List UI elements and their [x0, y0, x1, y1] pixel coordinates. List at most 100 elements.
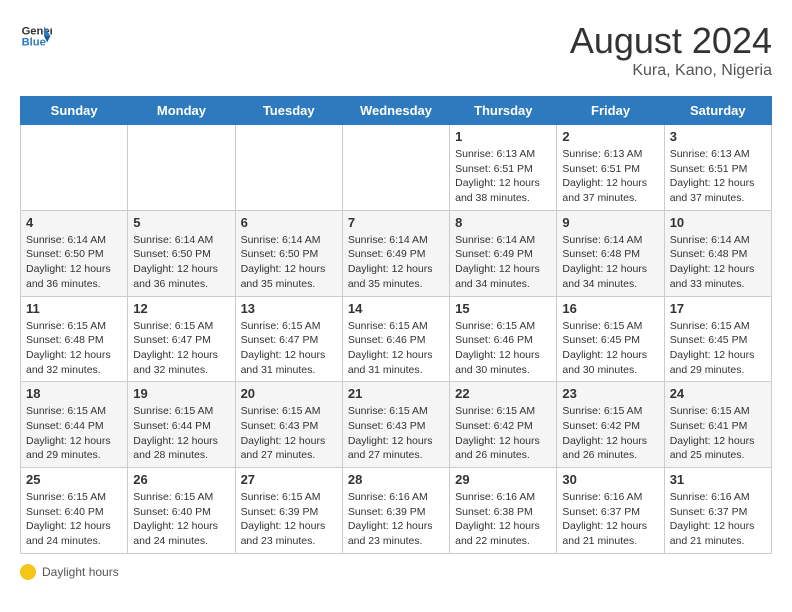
- calendar-cell: 18 Sunrise: 6:15 AM Sunset: 6:44 PM Dayli…: [21, 382, 128, 468]
- calendar-cell: [128, 125, 235, 211]
- day-number: 15: [455, 301, 551, 316]
- calendar-cell: 30 Sunrise: 6:16 AM Sunset: 6:37 PM Dayli…: [557, 468, 664, 554]
- day-header-saturday: Saturday: [664, 97, 771, 125]
- day-number: 16: [562, 301, 658, 316]
- day-number: 11: [26, 301, 122, 316]
- calendar-week-2: 11 Sunrise: 6:15 AM Sunset: 6:48 PM Dayli…: [21, 296, 772, 382]
- page-header: General Blue August 2024 Kura, Kano, Nig…: [20, 20, 772, 80]
- day-info: Sunrise: 6:15 AM Sunset: 6:47 PM Dayligh…: [133, 319, 229, 378]
- calendar-cell: 14 Sunrise: 6:15 AM Sunset: 6:46 PM Dayli…: [342, 296, 449, 382]
- day-number: 23: [562, 386, 658, 401]
- day-number: 24: [670, 386, 766, 401]
- day-number: 25: [26, 472, 122, 487]
- day-info: Sunrise: 6:15 AM Sunset: 6:45 PM Dayligh…: [562, 319, 658, 378]
- day-info: Sunrise: 6:14 AM Sunset: 6:48 PM Dayligh…: [562, 233, 658, 292]
- calendar-table: SundayMondayTuesdayWednesdayThursdayFrid…: [20, 96, 772, 554]
- day-info: Sunrise: 6:15 AM Sunset: 6:44 PM Dayligh…: [26, 404, 122, 463]
- day-info: Sunrise: 6:15 AM Sunset: 6:47 PM Dayligh…: [241, 319, 337, 378]
- day-info: Sunrise: 6:14 AM Sunset: 6:48 PM Dayligh…: [670, 233, 766, 292]
- day-number: 18: [26, 386, 122, 401]
- calendar-cell: 26 Sunrise: 6:15 AM Sunset: 6:40 PM Dayli…: [128, 468, 235, 554]
- day-info: Sunrise: 6:15 AM Sunset: 6:46 PM Dayligh…: [348, 319, 444, 378]
- day-number: 28: [348, 472, 444, 487]
- day-header-wednesday: Wednesday: [342, 97, 449, 125]
- calendar-cell: 13 Sunrise: 6:15 AM Sunset: 6:47 PM Dayli…: [235, 296, 342, 382]
- calendar-cell: 5 Sunrise: 6:14 AM Sunset: 6:50 PM Daylig…: [128, 210, 235, 296]
- day-header-thursday: Thursday: [450, 97, 557, 125]
- day-number: 13: [241, 301, 337, 316]
- day-info: Sunrise: 6:15 AM Sunset: 6:43 PM Dayligh…: [241, 404, 337, 463]
- calendar-cell: [235, 125, 342, 211]
- day-number: 26: [133, 472, 229, 487]
- calendar-cell: 17Sunrise: 6:15 AM Sunset: 6:45 PM Dayli…: [664, 296, 771, 382]
- day-number: 3: [670, 129, 766, 144]
- day-number: 10: [670, 215, 766, 230]
- day-info: Sunrise: 6:15 AM Sunset: 6:44 PM Dayligh…: [133, 404, 229, 463]
- day-number: 21: [348, 386, 444, 401]
- calendar-cell: 27Sunrise: 6:15 AM Sunset: 6:39 PM Dayli…: [235, 468, 342, 554]
- calendar-cell: 4Sunrise: 6:14 AM Sunset: 6:50 PM Daylig…: [21, 210, 128, 296]
- calendar-cell: [342, 125, 449, 211]
- calendar-cell: 1 Sunrise: 6:13 AM Sunset: 6:51 PM Daylig…: [450, 125, 557, 211]
- calendar-cell: 10 Sunrise: 6:14 AM Sunset: 6:48 PM Dayli…: [664, 210, 771, 296]
- calendar-cell: 28 Sunrise: 6:16 AM Sunset: 6:39 PM Dayli…: [342, 468, 449, 554]
- day-info: Sunrise: 6:15 AM Sunset: 6:39 PM Dayligh…: [241, 490, 337, 549]
- day-info: Sunrise: 6:13 AM Sunset: 6:51 PM Dayligh…: [670, 147, 766, 206]
- day-number: 1: [455, 129, 551, 144]
- day-number: 31: [670, 472, 766, 487]
- calendar-cell: 21 Sunrise: 6:15 AM Sunset: 6:43 PM Dayli…: [342, 382, 449, 468]
- day-info: Sunrise: 6:14 AM Sunset: 6:50 PM Dayligh…: [26, 233, 122, 292]
- calendar-week-3: 18 Sunrise: 6:15 AM Sunset: 6:44 PM Dayli…: [21, 382, 772, 468]
- sun-icon: [20, 564, 36, 580]
- location: Kura, Kano, Nigeria: [570, 62, 772, 80]
- day-header-sunday: Sunday: [21, 97, 128, 125]
- title-block: August 2024 Kura, Kano, Nigeria: [570, 20, 772, 80]
- day-info: Sunrise: 6:15 AM Sunset: 6:42 PM Dayligh…: [562, 404, 658, 463]
- calendar-cell: 2Sunrise: 6:13 AM Sunset: 6:51 PM Daylig…: [557, 125, 664, 211]
- calendar-cell: 29Sunrise: 6:16 AM Sunset: 6:38 PM Dayli…: [450, 468, 557, 554]
- day-info: Sunrise: 6:15 AM Sunset: 6:42 PM Dayligh…: [455, 404, 551, 463]
- day-info: Sunrise: 6:15 AM Sunset: 6:43 PM Dayligh…: [348, 404, 444, 463]
- footer-note: Daylight hours: [20, 564, 772, 580]
- day-info: Sunrise: 6:16 AM Sunset: 6:39 PM Dayligh…: [348, 490, 444, 549]
- calendar-week-0: 1 Sunrise: 6:13 AM Sunset: 6:51 PM Daylig…: [21, 125, 772, 211]
- day-info: Sunrise: 6:15 AM Sunset: 6:40 PM Dayligh…: [26, 490, 122, 549]
- day-info: Sunrise: 6:15 AM Sunset: 6:45 PM Dayligh…: [670, 319, 766, 378]
- day-info: Sunrise: 6:15 AM Sunset: 6:40 PM Dayligh…: [133, 490, 229, 549]
- day-number: 6: [241, 215, 337, 230]
- days-header-row: SundayMondayTuesdayWednesdayThursdayFrid…: [21, 97, 772, 125]
- calendar-cell: 9 Sunrise: 6:14 AM Sunset: 6:48 PM Daylig…: [557, 210, 664, 296]
- calendar-cell: 25 Sunrise: 6:15 AM Sunset: 6:40 PM Dayli…: [21, 468, 128, 554]
- day-info: Sunrise: 6:14 AM Sunset: 6:49 PM Dayligh…: [455, 233, 551, 292]
- svg-text:Blue: Blue: [22, 37, 46, 49]
- logo-icon: General Blue: [20, 20, 52, 52]
- day-info: Sunrise: 6:14 AM Sunset: 6:50 PM Dayligh…: [241, 233, 337, 292]
- day-number: 19: [133, 386, 229, 401]
- day-info: Sunrise: 6:14 AM Sunset: 6:50 PM Dayligh…: [133, 233, 229, 292]
- day-info: Sunrise: 6:15 AM Sunset: 6:41 PM Dayligh…: [670, 404, 766, 463]
- day-info: Sunrise: 6:13 AM Sunset: 6:51 PM Dayligh…: [455, 147, 551, 206]
- calendar-week-1: 4Sunrise: 6:14 AM Sunset: 6:50 PM Daylig…: [21, 210, 772, 296]
- day-number: 12: [133, 301, 229, 316]
- day-info: Sunrise: 6:15 AM Sunset: 6:48 PM Dayligh…: [26, 319, 122, 378]
- calendar-cell: 23 Sunrise: 6:15 AM Sunset: 6:42 PM Dayli…: [557, 382, 664, 468]
- calendar-cell: 20 Sunrise: 6:15 AM Sunset: 6:43 PM Dayli…: [235, 382, 342, 468]
- day-number: 14: [348, 301, 444, 316]
- day-number: 29: [455, 472, 551, 487]
- day-number: 5: [133, 215, 229, 230]
- calendar-cell: 7Sunrise: 6:14 AM Sunset: 6:49 PM Daylig…: [342, 210, 449, 296]
- calendar-cell: [21, 125, 128, 211]
- day-header-monday: Monday: [128, 97, 235, 125]
- day-number: 22: [455, 386, 551, 401]
- daylight-label: Daylight hours: [42, 565, 119, 579]
- calendar-cell: 11 Sunrise: 6:15 AM Sunset: 6:48 PM Dayli…: [21, 296, 128, 382]
- logo: General Blue: [20, 20, 52, 52]
- day-number: 20: [241, 386, 337, 401]
- day-number: 9: [562, 215, 658, 230]
- day-info: Sunrise: 6:16 AM Sunset: 6:37 PM Dayligh…: [562, 490, 658, 549]
- day-number: 7: [348, 215, 444, 230]
- calendar-cell: 19 Sunrise: 6:15 AM Sunset: 6:44 PM Dayli…: [128, 382, 235, 468]
- calendar-cell: 6 Sunrise: 6:14 AM Sunset: 6:50 PM Daylig…: [235, 210, 342, 296]
- day-number: 30: [562, 472, 658, 487]
- month-year: August 2024: [570, 20, 772, 62]
